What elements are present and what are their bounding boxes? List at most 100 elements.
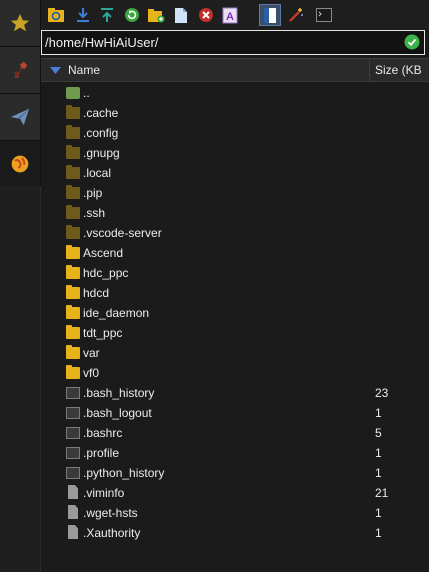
file-row[interactable]: .cache xyxy=(41,104,429,124)
folder-icon xyxy=(66,245,80,259)
file-size: 1 xyxy=(375,506,382,520)
file-name: tdt_ppc xyxy=(83,326,123,340)
path-input[interactable]: /home/HwHiAiUser/ xyxy=(45,35,158,50)
hidden-folder-icon xyxy=(66,125,80,139)
file-icon xyxy=(68,505,78,519)
hidden-folder-icon xyxy=(66,185,80,199)
file-row[interactable]: vf0 xyxy=(41,364,429,384)
column-divider[interactable] xyxy=(369,59,370,81)
refresh-button[interactable] xyxy=(121,4,143,26)
download-icon xyxy=(77,8,89,22)
globe-icon xyxy=(11,155,29,173)
file-name: hdcd xyxy=(83,286,110,300)
file-name: vf0 xyxy=(83,366,100,380)
file-row[interactable]: .profile 1 xyxy=(41,444,429,464)
file-name: ide_daemon xyxy=(83,306,150,320)
file-name: .pip xyxy=(83,186,103,200)
side-tab-send[interactable] xyxy=(0,94,40,141)
file-size: 1 xyxy=(375,466,382,480)
hidden-folder-icon xyxy=(66,205,80,219)
script-file-icon xyxy=(66,447,80,459)
terminal-button[interactable] xyxy=(313,4,335,26)
side-strip-fill xyxy=(0,186,41,572)
file-name: .python_history xyxy=(83,466,165,480)
file-row[interactable]: .vscode-server xyxy=(41,224,429,244)
file-row[interactable]: ide_daemon xyxy=(41,304,429,324)
star-icon xyxy=(10,13,30,32)
file-size: 21 xyxy=(375,486,389,500)
file-name: Ascend xyxy=(83,246,124,260)
file-row[interactable]: .ssh xyxy=(41,204,429,224)
sort-descending-icon[interactable] xyxy=(50,67,61,74)
rename-button[interactable]: A xyxy=(219,4,241,26)
file-row[interactable]: .viminfo 21 xyxy=(41,484,429,504)
side-tab-tools[interactable] xyxy=(0,47,40,94)
file-row[interactable]: var xyxy=(41,344,429,364)
new-file-icon xyxy=(175,7,187,23)
folder-icon xyxy=(66,325,80,339)
folder-icon xyxy=(66,365,80,379)
hidden-folder-icon xyxy=(66,225,80,239)
file-name: .bash_logout xyxy=(83,406,152,420)
editor-icon xyxy=(264,7,276,23)
file-row[interactable]: hdc_ppc xyxy=(41,264,429,284)
file-row[interactable]: .gnupg xyxy=(41,144,429,164)
upload-icon xyxy=(101,8,113,22)
file-row[interactable]: Ascend xyxy=(41,244,429,264)
file-icon xyxy=(68,485,78,499)
script-file-icon xyxy=(66,467,80,479)
file-row[interactable]: .config xyxy=(41,124,429,144)
file-row[interactable]: tdt_ppc xyxy=(41,324,429,344)
file-row[interactable]: .python_history 1 xyxy=(41,464,429,484)
file-row[interactable]: .pip xyxy=(41,184,429,204)
file-row[interactable]: .bash_history 23 xyxy=(41,384,429,404)
download-button[interactable] xyxy=(72,4,94,26)
check-icon[interactable] xyxy=(404,34,420,50)
column-header: Name Size (KB xyxy=(41,58,429,82)
column-size[interactable]: Size (KB xyxy=(375,63,422,77)
file-row[interactable]: .bash_logout 1 xyxy=(41,404,429,424)
tools-icon xyxy=(14,61,28,79)
magic-wand-button[interactable] xyxy=(285,4,307,26)
file-name: var xyxy=(83,346,100,360)
delete-button[interactable] xyxy=(195,4,217,26)
file-row[interactable]: hdcd xyxy=(41,284,429,304)
file-size: 1 xyxy=(375,406,382,420)
file-size: 5 xyxy=(375,426,382,440)
file-name: .vscode-server xyxy=(83,226,162,240)
folder-icon xyxy=(66,305,80,319)
file-row[interactable]: .bashrc 5 xyxy=(41,424,429,444)
folder-icon xyxy=(66,285,80,299)
file-row[interactable]: .Xauthority 1 xyxy=(41,524,429,544)
editor-button[interactable] xyxy=(259,4,281,26)
file-size: 1 xyxy=(375,446,382,460)
svg-text:A: A xyxy=(226,11,234,23)
file-row[interactable]: .. xyxy=(41,84,429,104)
side-tab-sftp[interactable] xyxy=(0,141,40,187)
file-name: .wget-hsts xyxy=(83,506,138,520)
file-name: .bashrc xyxy=(83,426,123,440)
file-name: .viminfo xyxy=(83,486,125,500)
upload-button[interactable] xyxy=(96,4,118,26)
file-name: .gnupg xyxy=(83,146,120,160)
column-name[interactable]: Name xyxy=(68,63,100,77)
script-file-icon xyxy=(66,407,80,419)
new-folder-icon xyxy=(148,9,165,23)
file-icon xyxy=(68,525,78,539)
file-row[interactable]: .local xyxy=(41,164,429,184)
side-tab-favorites[interactable] xyxy=(0,0,40,47)
send-icon xyxy=(10,108,30,126)
file-name: .Xauthority xyxy=(83,526,141,540)
file-size: 1 xyxy=(375,526,382,540)
file-size: 23 xyxy=(375,386,389,400)
hidden-folder-icon xyxy=(66,145,80,159)
refresh-folder-button[interactable] xyxy=(45,4,67,26)
terminal-icon xyxy=(316,8,332,22)
refresh-icon xyxy=(125,8,139,22)
new-folder-button[interactable] xyxy=(145,4,167,26)
file-name: .config xyxy=(83,126,119,140)
new-file-button[interactable] xyxy=(170,4,192,26)
path-bar[interactable]: /home/HwHiAiUser/ xyxy=(41,30,425,55)
file-row[interactable]: .wget-hsts 1 xyxy=(41,504,429,524)
folder-icon xyxy=(66,265,80,279)
